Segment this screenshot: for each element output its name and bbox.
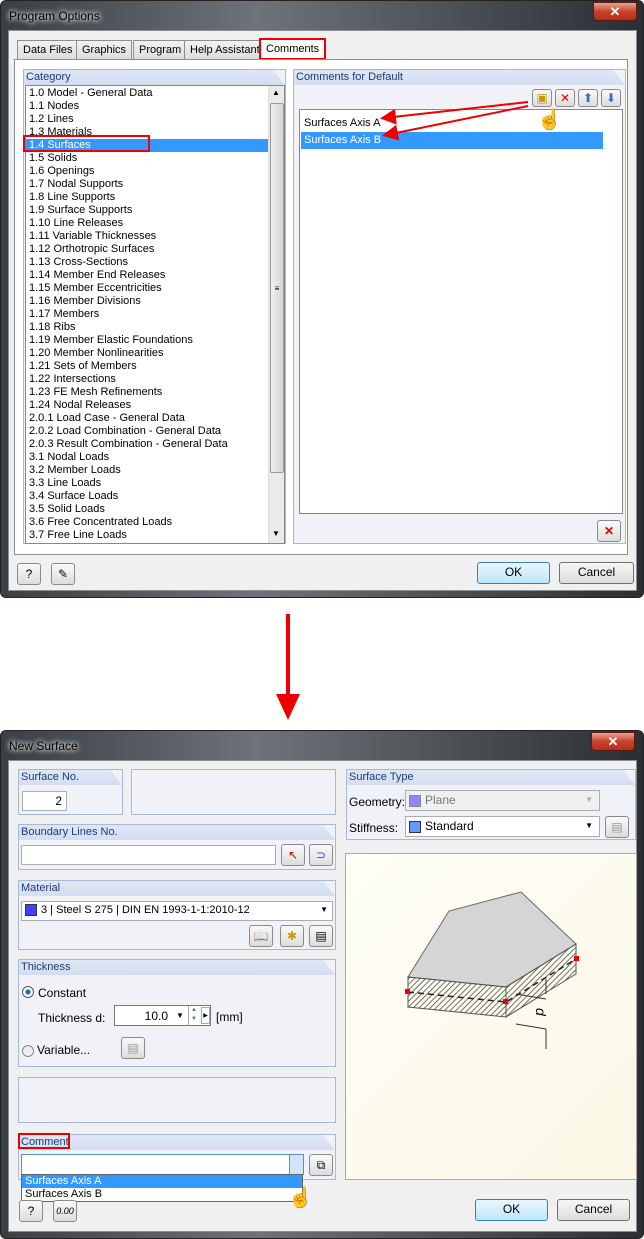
material-select[interactable]: 3 | Steel S 275 | DIN EN 1993-1-1:2010-1… <box>21 901 333 921</box>
edit-material-icon[interactable]: ▤ <box>309 925 333 947</box>
chevron-down-icon[interactable]: ▼ <box>585 821 593 830</box>
dialog-client: Surface No. 2 Boundary Lines No. ↖ ⊃ Mat… <box>8 760 637 1232</box>
material-no: 3 <box>41 904 48 916</box>
surface-no-header: Surface No. <box>19 770 122 785</box>
constant-label: Constant <box>38 986 87 1000</box>
surface-preview: d <box>345 853 637 1180</box>
units-button[interactable]: 0.00 <box>53 1200 77 1222</box>
comment-library-icon[interactable]: ⧉ <box>309 1154 333 1176</box>
annotation-arrows: ☝ <box>380 101 562 141</box>
thickness-header: Thickness <box>19 960 335 975</box>
ok-button[interactable]: OK <box>475 1199 548 1221</box>
material-header: Material <box>19 881 335 896</box>
comment-combobox[interactable] <box>21 1154 304 1175</box>
hand-cursor-icon: ☝ <box>537 107 562 131</box>
material-name: Steel S 275 <box>56 904 113 916</box>
comment-dropdown-list[interactable]: Surfaces Axis A Surfaces Axis B <box>21 1174 303 1202</box>
comment-option[interactable]: Surfaces Axis A <box>22 1175 302 1188</box>
hand-cursor-icon: ☝ <box>288 1187 313 1209</box>
new-surface-window: New Surface ✕ Surface No. 2 Boundary Lin… <box>0 730 644 1239</box>
stiffness-select[interactable]: Standard ▼ <box>405 816 600 837</box>
geometry-color-swatch <box>409 794 421 807</box>
thickness-d-label: Thickness d: <box>38 1011 106 1025</box>
stiffness-color-swatch <box>409 820 421 833</box>
pick-lines-icon[interactable]: ↖ <box>281 844 305 866</box>
node-marker <box>574 956 579 961</box>
chevron-down-icon[interactable]: ▼ <box>320 905 328 914</box>
comment-label-highlight <box>18 1133 70 1149</box>
comment-dropdown-button[interactable] <box>289 1155 303 1174</box>
variable-label: Variable... <box>37 1043 91 1057</box>
dimension-label: d <box>533 1008 549 1017</box>
help-button[interactable]: ? <box>19 1200 43 1222</box>
down-arrow-icon <box>276 614 300 720</box>
stiffness-label: Stiffness: <box>349 821 399 835</box>
node-marker <box>503 999 508 1004</box>
thickness-value: 10.0 <box>144 1009 168 1023</box>
cancel-button[interactable]: Cancel <box>557 1199 630 1221</box>
surface-type-group: Surface Type Geometry: Plane ▼ Stiffness… <box>346 769 636 840</box>
chevron-down-icon: ▼ <box>585 795 593 804</box>
blank-group-2 <box>18 1077 336 1123</box>
constant-radio[interactable] <box>22 986 34 998</box>
variable-edit-icon: ▤ <box>121 1037 145 1059</box>
geometry-label: Geometry: <box>349 795 406 809</box>
select-lines-icon[interactable]: ⊃ <box>309 844 333 866</box>
material-standard: DIN EN 1993-1-1:2010-12 <box>121 904 250 916</box>
material-library-icon[interactable]: 📖 <box>249 925 273 947</box>
blank-group <box>131 769 336 815</box>
unit-label: [mm] <box>216 1010 243 1024</box>
geometry-value: Plane <box>425 793 456 807</box>
spinner-icon[interactable]: ▲ ▼ <box>188 1006 199 1025</box>
thickness-dropdown-icon[interactable]: ▼ <box>176 1011 184 1020</box>
surface-preview-drawing: d <box>405 891 579 1049</box>
geometry-select: Plane ▼ <box>405 790 600 811</box>
stiffness-value: Standard <box>425 819 474 833</box>
boundary-lines-group: Boundary Lines No. ↖ ⊃ <box>18 824 336 870</box>
variable-radio[interactable] <box>22 1045 34 1057</box>
surface-no-input[interactable]: 2 <box>22 791 67 811</box>
expand-icon[interactable]: ▶ <box>201 1007 210 1024</box>
surface-type-header: Surface Type <box>347 770 635 785</box>
material-group: Material 3 | Steel S 275 | DIN EN 1993-1… <box>18 880 336 950</box>
material-color-swatch <box>25 904 37 917</box>
boundary-lines-input[interactable] <box>21 845 276 865</box>
surface-no-group: Surface No. 2 <box>18 769 123 815</box>
new-material-icon[interactable]: ✱ <box>280 925 304 947</box>
node-marker <box>405 989 410 994</box>
thickness-input[interactable]: 10.0 ▼ ▲ ▼ ▶ <box>114 1005 211 1026</box>
boundary-lines-header: Boundary Lines No. <box>19 825 335 840</box>
thickness-group: Thickness Constant Thickness d: 10.0 ▼ ▲… <box>18 959 336 1067</box>
close-button[interactable]: ✕ <box>591 732 635 751</box>
stiffness-edit-icon: ▤ <box>605 816 629 838</box>
window-title: New Surface <box>9 739 78 753</box>
